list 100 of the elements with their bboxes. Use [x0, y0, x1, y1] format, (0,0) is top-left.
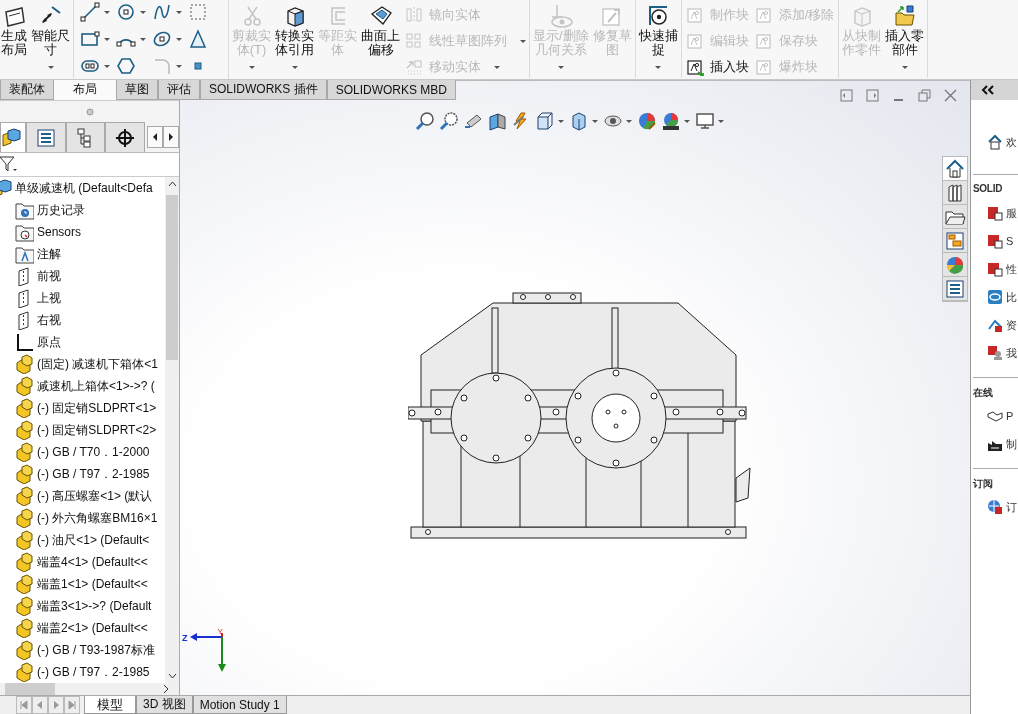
panel-tab[interactable] [0, 122, 26, 152]
tab[interactable]: 草图 [116, 80, 158, 100]
horizontal-scrollbar[interactable] [0, 683, 179, 695]
link[interactable]: P [1006, 410, 1014, 422]
zoom-box-icon[interactable] [439, 111, 459, 131]
toolbar-button[interactable]: 生成 布局 [0, 2, 28, 76]
tab[interactable]: 模型 [84, 696, 136, 714]
part-icon[interactable] [14, 596, 34, 616]
section-icon[interactable] [487, 111, 507, 131]
caret-icon[interactable] [900, 65, 909, 70]
tree-item-label[interactable]: (-) 固定销SLDPRT<1> [37, 399, 157, 417]
tree-item-label[interactable]: 原点 [37, 333, 61, 351]
toolbar-button[interactable]: 快速捕 捉 [637, 2, 679, 76]
link[interactable]: 服 [1006, 205, 1017, 221]
close-icon[interactable] [943, 87, 958, 103]
tree-item-label[interactable]: Sensors [37, 225, 82, 239]
toolbar-button[interactable]: 曲面上 偏移 [360, 2, 401, 76]
tree-item-label[interactable]: (-) 外六角螺塞BM16×1 [37, 509, 158, 527]
chevron-down-icon[interactable] [167, 673, 177, 679]
tree-item-label[interactable]: (-) GB / T97．2-1985 [37, 465, 150, 483]
tree-item-label[interactable]: (-) GB / T93-1987标准 [37, 641, 155, 659]
folder-icon[interactable] [14, 200, 34, 220]
caret-icon[interactable] [175, 9, 183, 15]
tree-item-label[interactable]: (-) 油尺<1> (Default< [37, 531, 150, 549]
part-icon[interactable] [14, 442, 34, 462]
side-tab[interactable] [943, 157, 967, 181]
tree-item-label[interactable]: 注解 [37, 245, 61, 263]
color-wheel-icon[interactable] [637, 111, 657, 131]
link[interactable]: 制 [1006, 436, 1017, 452]
tree-item-label[interactable]: 上视 [37, 289, 61, 307]
link[interactable]: 我 [1006, 345, 1017, 361]
caret-icon[interactable] [717, 118, 725, 124]
side-tab[interactable] [943, 229, 967, 253]
panel-tab[interactable] [25, 122, 66, 152]
tree-item-label[interactable]: 单级减速机 (Default<Defa [15, 179, 153, 197]
chevron-up-icon[interactable] [167, 181, 177, 187]
rectangle-icon[interactable] [80, 29, 100, 49]
link[interactable]: S [1006, 235, 1014, 247]
collapse-icon[interactable] [981, 85, 995, 95]
link[interactable]: 欢 [1006, 134, 1017, 150]
toolbar-button[interactable]: 插入零 部件 [884, 2, 926, 76]
vertical-scrollbar[interactable] [165, 177, 179, 683]
folder-icon[interactable] [14, 244, 34, 264]
part-icon[interactable] [14, 420, 34, 440]
side-tab[interactable] [943, 181, 967, 205]
part-icon[interactable] [14, 376, 34, 396]
part-icon[interactable] [14, 530, 34, 550]
caret-icon[interactable] [103, 9, 111, 15]
tree-item-label[interactable]: 右视 [37, 311, 61, 329]
home-icon[interactable] [987, 134, 1003, 150]
tile-left-icon[interactable] [839, 87, 854, 103]
tab[interactable]: Motion Study 1 [192, 696, 287, 714]
scrollbar-thumb[interactable] [166, 195, 178, 360]
part-icon[interactable] [14, 486, 34, 506]
triangle-icon[interactable] [188, 29, 208, 49]
caret-icon[interactable] [654, 65, 663, 70]
side-tab[interactable] [943, 277, 967, 301]
circle-icon[interactable] [116, 2, 136, 22]
caret-icon[interactable] [139, 9, 147, 15]
caret-icon[interactable] [46, 65, 55, 70]
side-tab[interactable] [943, 205, 967, 229]
caret-icon[interactable] [290, 65, 299, 70]
tile-right-icon[interactable] [865, 87, 880, 103]
person-icon[interactable] [987, 345, 1003, 361]
tree-item-label[interactable]: 减速机上箱体<1>->? ( [37, 377, 155, 395]
caret-icon[interactable] [103, 36, 111, 42]
part-icon[interactable] [14, 464, 34, 484]
part-icon[interactable] [14, 662, 34, 682]
toolbar-button[interactable]: 智能尺 寸 [30, 2, 71, 76]
caret-icon[interactable] [683, 118, 691, 124]
caret-icon[interactable] [175, 36, 183, 42]
part-icon[interactable] [14, 618, 34, 638]
scrollbar-thumb[interactable] [5, 683, 55, 695]
tab[interactable]: SOLIDWORKS 插件 [200, 80, 327, 100]
tab[interactable]: 3D 视图 [136, 696, 193, 714]
tab[interactable]: SOLIDWORKS MBD [326, 80, 457, 100]
globe-icon[interactable] [987, 499, 1003, 515]
part-icon[interactable] [14, 552, 34, 572]
monitor-icon[interactable] [695, 111, 715, 131]
side-tab[interactable] [943, 253, 967, 277]
link[interactable]: 资 [1006, 317, 1017, 333]
box-view-icon[interactable] [535, 111, 555, 131]
display-style-icon[interactable] [569, 111, 589, 131]
part-icon[interactable] [14, 398, 34, 418]
tree-item-label[interactable]: (-) GB / T70．1-2000 [37, 443, 150, 461]
link[interactable]: 性 [1006, 261, 1017, 277]
tree-item-label[interactable]: 历史记录 [37, 201, 85, 219]
eye-icon[interactable] [987, 289, 1003, 305]
panel-tab[interactable] [105, 122, 145, 152]
origin-icon[interactable] [14, 332, 34, 352]
caret-icon[interactable] [103, 63, 111, 69]
tab[interactable]: 布局 [54, 80, 116, 100]
line-icon[interactable] [80, 2, 100, 22]
tree-item-label[interactable]: 前视 [37, 267, 61, 285]
part-icon[interactable] [14, 640, 34, 660]
folder-icon[interactable] [14, 222, 34, 242]
tab[interactable]: 评估 [158, 80, 200, 100]
tree-item-label[interactable]: 端盖4<1> (Default<< [37, 553, 148, 571]
caret-icon[interactable] [557, 118, 565, 124]
link[interactable]: 订 [1006, 499, 1017, 515]
